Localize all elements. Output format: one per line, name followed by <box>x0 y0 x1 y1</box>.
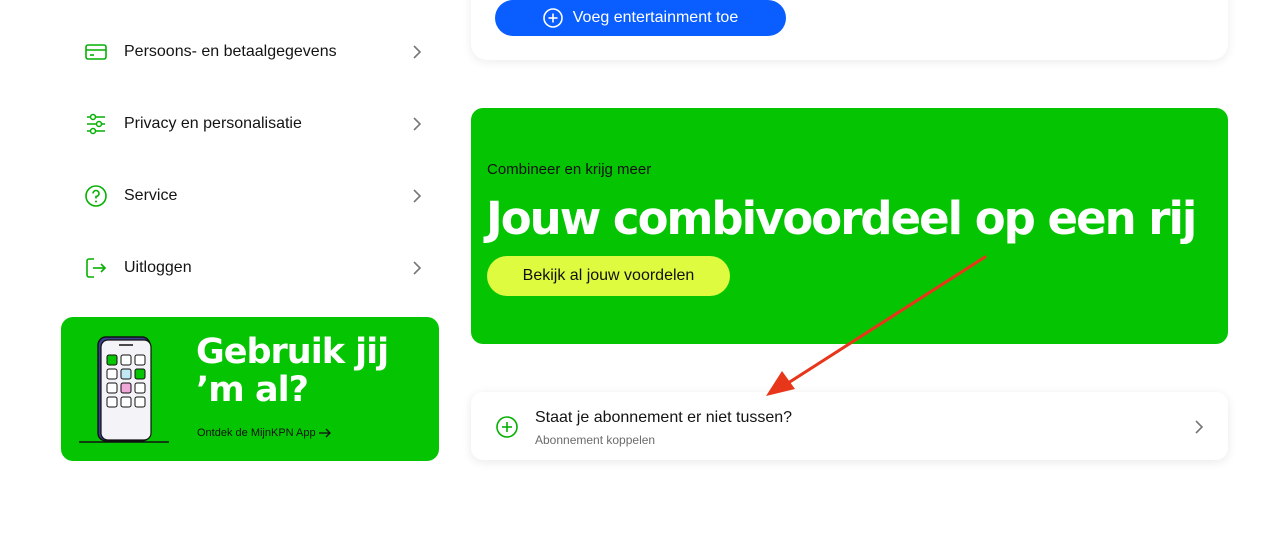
credit-card-icon <box>84 40 108 64</box>
app-promo-card[interactable]: Gebruik jij ’m al? Ontdek de MijnKPN App <box>61 317 439 461</box>
entertainment-card: Voeg entertainment toe <box>471 0 1228 60</box>
chevron-right-icon <box>410 117 424 131</box>
phone-app-illustration <box>79 335 171 447</box>
menu-item-uitloggen[interactable]: Uitloggen <box>84 248 424 288</box>
arrow-right-icon <box>318 428 331 438</box>
add-entertainment-label: Voeg entertainment toe <box>572 9 739 26</box>
promo-link[interactable]: Ontdek de MijnKPN App <box>197 427 331 439</box>
combi-banner: Combineer en krijg meer Jouw combivoorde… <box>471 108 1228 344</box>
menu-item-persoonsgegevens[interactable]: Persoons- en betaalgegevens <box>84 32 424 72</box>
subscription-title: Staat je abonnement er niet tussen? <box>535 409 793 426</box>
menu-item-label: Persoons- en betaalgegevens <box>124 43 337 60</box>
combi-eyebrow: Combineer en krijg meer <box>487 161 652 178</box>
question-circle-icon <box>84 184 108 208</box>
menu-item-label: Uitloggen <box>124 259 192 276</box>
view-benefits-button[interactable]: Bekijk al jouw voordelen <box>487 256 730 296</box>
chevron-right-icon <box>1194 419 1208 434</box>
add-entertainment-button[interactable]: Voeg entertainment toe <box>495 0 786 36</box>
sliders-icon <box>84 112 108 136</box>
menu-item-privacy[interactable]: Privacy en personalisatie <box>84 104 424 144</box>
chevron-right-icon <box>410 189 424 203</box>
combi-title: Jouw combivoordeel op een rij <box>486 192 1197 245</box>
promo-title: Gebruik jij ’m al? <box>196 332 389 410</box>
subscription-subtitle: Abonnement koppelen <box>535 433 656 447</box>
plus-circle-icon <box>495 415 519 439</box>
menu-item-label: Privacy en personalisatie <box>124 115 302 132</box>
promo-link-label: Ontdek de MijnKPN App <box>197 427 316 439</box>
chevron-right-icon <box>410 45 424 59</box>
plus-circle-icon <box>542 8 563 28</box>
chevron-right-icon <box>410 261 424 275</box>
menu-item-service[interactable]: Service <box>84 176 424 216</box>
link-subscription-card[interactable]: Staat je abonnement er niet tussen? Abon… <box>471 392 1228 460</box>
menu-item-label: Service <box>124 187 178 204</box>
logout-icon <box>84 256 108 280</box>
